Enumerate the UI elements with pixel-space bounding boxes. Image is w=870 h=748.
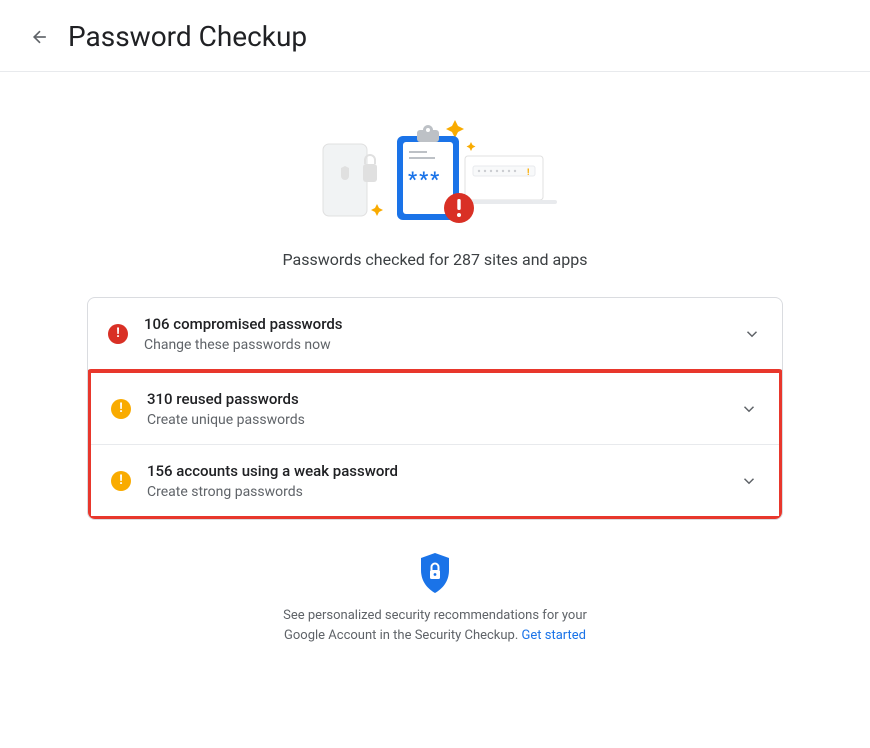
weak-title: 156 accounts using a weak password xyxy=(147,461,739,482)
row-text: 106 compromised passwords Change these p… xyxy=(144,314,742,353)
shield-lock-icon xyxy=(418,552,452,594)
reused-title: 310 reused passwords xyxy=(147,389,739,410)
weak-subtitle: Create strong passwords xyxy=(147,484,739,500)
reused-row[interactable]: ! 310 reused passwords Create unique pas… xyxy=(91,373,779,445)
svg-text:***: *** xyxy=(408,167,441,191)
arrow-left-icon xyxy=(30,27,50,47)
chevron-down-icon xyxy=(742,324,762,344)
compromised-subtitle: Change these passwords now xyxy=(144,337,742,353)
header-bar: Password Checkup xyxy=(0,0,870,72)
warning-icon: ! xyxy=(111,399,131,419)
passwords-checked-text: Passwords checked for 287 sites and apps xyxy=(283,250,588,269)
svg-text:!: ! xyxy=(527,168,529,178)
highlight-frame: ! 310 reused passwords Create unique pas… xyxy=(87,369,783,520)
footer-line2: Google Account in the Security Checkup. xyxy=(284,628,522,643)
warning-icon: ! xyxy=(111,471,131,491)
page-title: Password Checkup xyxy=(68,20,307,53)
compromised-title: 106 compromised passwords xyxy=(144,314,742,335)
row-text: 310 reused passwords Create unique passw… xyxy=(147,389,739,428)
reused-subtitle: Create unique passwords xyxy=(147,412,739,428)
compromised-row[interactable]: ! 106 compromised passwords Change these… xyxy=(88,298,782,370)
chevron-down-icon xyxy=(739,399,759,419)
footer-line1: See personalized security recommendation… xyxy=(283,608,587,623)
back-button[interactable] xyxy=(28,25,52,49)
chevron-down-icon xyxy=(739,471,759,491)
footer-section: See personalized security recommendation… xyxy=(0,544,870,645)
hero-illustration: ! *** xyxy=(305,108,565,228)
footer-text: See personalized security recommendation… xyxy=(283,606,587,645)
alert-icon: ! xyxy=(108,324,128,344)
get-started-link[interactable]: Get started xyxy=(522,628,586,643)
results-card: ! 106 compromised passwords Change these… xyxy=(87,297,783,520)
hero-section: ! *** Passwords checked for 287 sites an… xyxy=(0,72,870,297)
row-text: 156 accounts using a weak password Creat… xyxy=(147,461,739,500)
weak-row[interactable]: ! 156 accounts using a weak password Cre… xyxy=(91,445,779,516)
